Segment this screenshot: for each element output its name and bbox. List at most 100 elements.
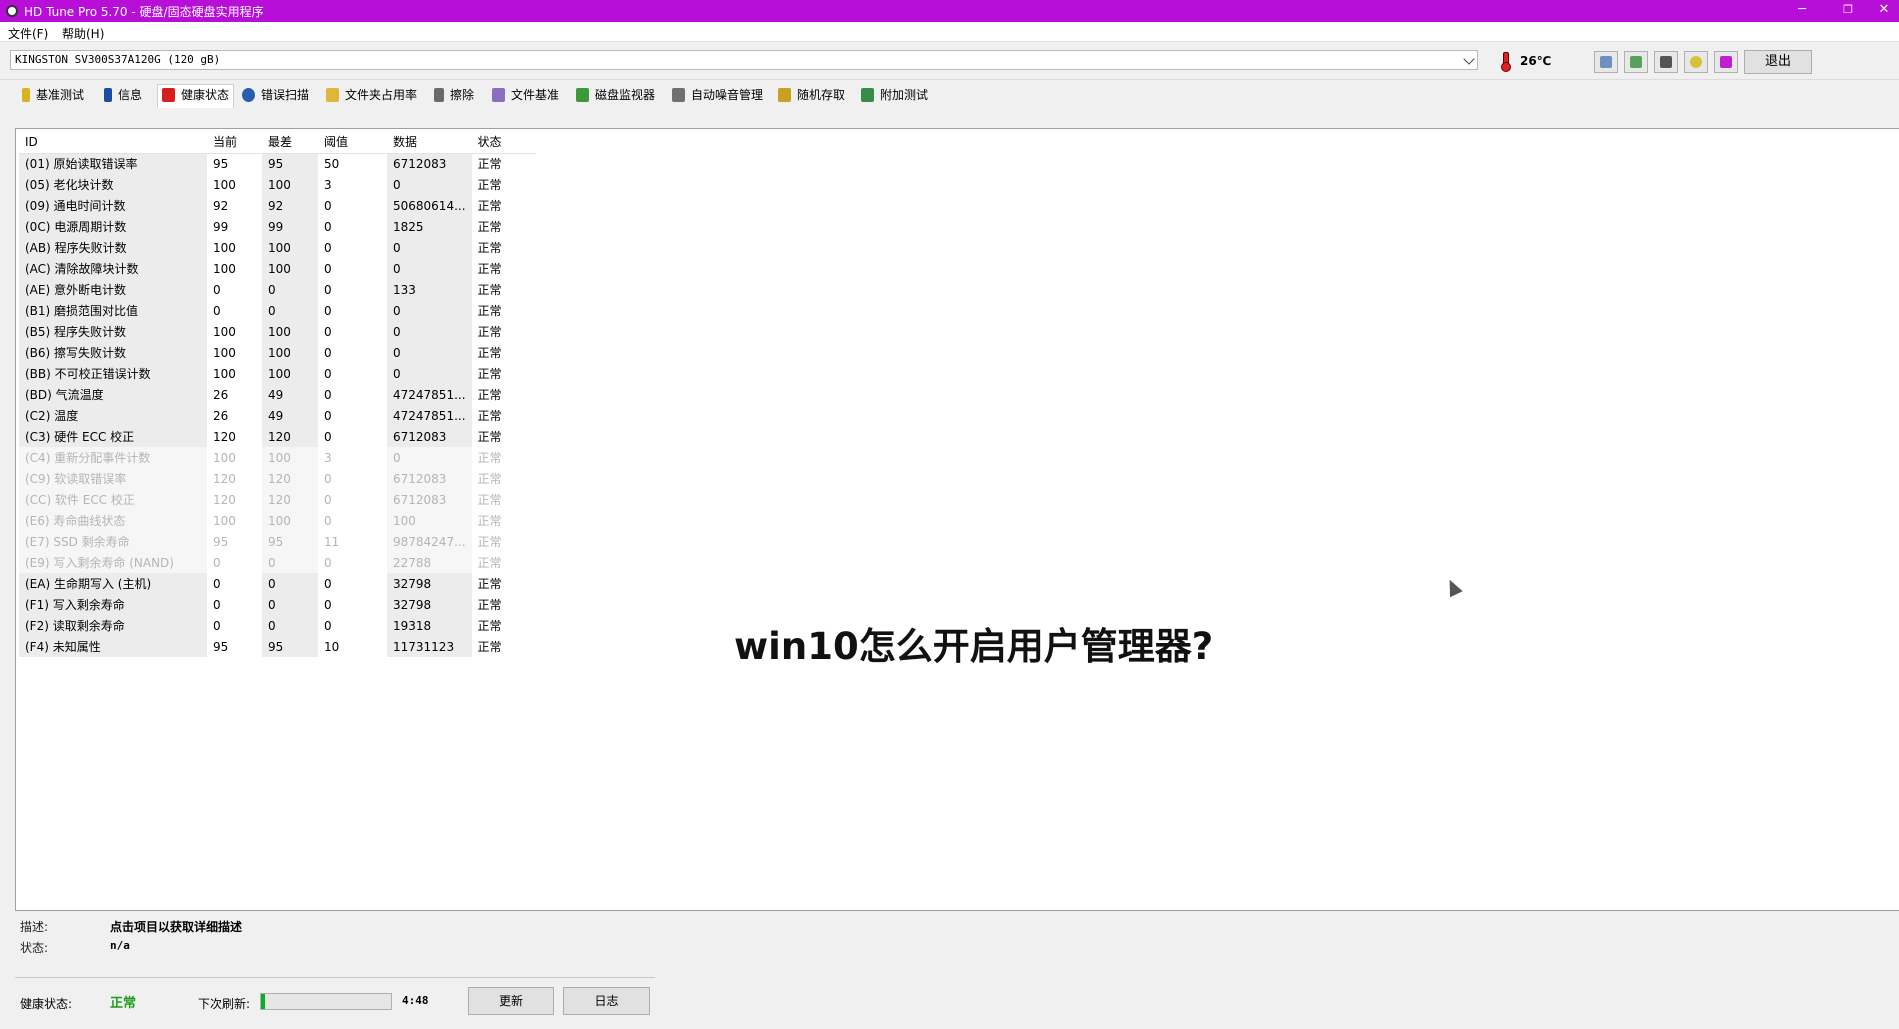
- cell-id: (01) 原始读取错误率: [19, 153, 207, 174]
- tab-random-access[interactable]: 随机存取: [778, 86, 845, 106]
- chevron-down-icon[interactable]: [1463, 53, 1475, 65]
- table-row[interactable]: (AC) 清除故障块计数 100 100 0 0 正常: [19, 258, 536, 279]
- cell-id: (C4) 重新分配事件计数: [19, 447, 207, 468]
- description-value: 点击项目以获取详细描述: [110, 920, 243, 934]
- cell-worst: 100: [262, 174, 318, 195]
- menu-bar: 文件(F) 帮助(H): [0, 22, 1899, 42]
- table-row[interactable]: (AB) 程序失败计数 100 100 0 0 正常: [19, 237, 536, 258]
- column-header-current[interactable]: 当前: [207, 131, 262, 154]
- cell-current: 26: [213, 387, 229, 402]
- copy-text-button[interactable]: [1594, 51, 1618, 73]
- column-header-worst[interactable]: 最差: [262, 131, 318, 154]
- menu-help[interactable]: 帮助(H): [62, 25, 104, 42]
- table-row[interactable]: (E9) 写入剩余寿命 (NAND) 0 0 0 22788 正常: [19, 552, 536, 573]
- cell-data: 47247851...: [387, 384, 472, 405]
- cell-status: 正常: [477, 598, 502, 612]
- options-button[interactable]: [1684, 51, 1708, 73]
- cell-worst: 100: [262, 258, 318, 279]
- table-row[interactable]: (C9) 软读取错误率 120 120 0 6712083 正常: [19, 468, 536, 489]
- cell-data: 19318: [387, 615, 472, 636]
- cell-current: 92: [213, 198, 229, 213]
- table-row[interactable]: (05) 老化块计数 100 100 3 0 正常: [19, 174, 536, 195]
- status-label: 状态:: [20, 941, 49, 955]
- cell-id: (C9) 软读取错误率: [19, 468, 207, 489]
- cell-status: 正常: [477, 640, 502, 654]
- screenshot-button[interactable]: [1654, 51, 1678, 73]
- table-row[interactable]: (EA) 生命期写入 (主机) 0 0 0 32798 正常: [19, 573, 536, 594]
- health-cross-icon: [162, 88, 175, 102]
- log-button[interactable]: 日志: [563, 987, 650, 1015]
- table-row[interactable]: (CC) 软件 ECC 校正 120 120 0 6712083 正常: [19, 489, 536, 510]
- cell-threshold: 0: [324, 345, 332, 360]
- cell-status: 正常: [477, 178, 502, 192]
- cell-data: 6712083: [387, 489, 472, 510]
- health-panel: ID 当前 最差 阈值 数据 状态 (01) 原始读取错误率 95 95 50 6712…: [15, 128, 1899, 911]
- table-row[interactable]: (B1) 磨损范围对比值 0 0 0 0 正常: [19, 300, 536, 321]
- cell-data: 0: [387, 321, 472, 342]
- tab-error-scan[interactable]: 错误扫描: [242, 86, 309, 106]
- update-button[interactable]: 更新: [468, 987, 554, 1015]
- cell-threshold: 10: [324, 639, 340, 654]
- cell-threshold: 3: [324, 450, 332, 465]
- copy-text-icon: [1600, 56, 1612, 68]
- table-row[interactable]: (C3) 硬件 ECC 校正 120 120 0 6712083 正常: [19, 426, 536, 447]
- table-row[interactable]: (F2) 读取剩余寿命 0 0 0 19318 正常: [19, 615, 536, 636]
- table-row[interactable]: (BD) 气流温度 26 49 0 47247851... 正常: [19, 384, 536, 405]
- column-header-threshold[interactable]: 阈值: [318, 131, 387, 154]
- save-button[interactable]: [1714, 51, 1738, 73]
- exit-button[interactable]: 退出: [1744, 50, 1812, 74]
- tab-erase[interactable]: 擦除: [434, 86, 474, 106]
- cell-data: 100: [387, 510, 472, 531]
- menu-file[interactable]: 文件(F): [8, 25, 48, 42]
- cell-worst: 92: [262, 195, 318, 216]
- copy-info-button[interactable]: [1624, 51, 1648, 73]
- tab-info[interactable]: 信息: [104, 86, 142, 106]
- title-bar: HD Tune Pro 5.70 - 硬盘/固态硬盘实用程序 ─ ❐ ✕: [0, 0, 1899, 22]
- column-header-status[interactable]: 状态: [471, 131, 536, 154]
- magnifier-icon: [242, 88, 255, 102]
- cell-id: (EA) 生命期写入 (主机): [19, 573, 207, 594]
- cell-status: 正常: [477, 451, 502, 465]
- table-row[interactable]: (0C) 电源周期计数 99 99 0 1825 正常: [19, 216, 536, 237]
- tab-folder-usage[interactable]: 文件夹占用率: [326, 86, 417, 106]
- table-row[interactable]: (F4) 未知属性 95 95 10 11731123 正常: [19, 636, 536, 657]
- tab-disk-monitor[interactable]: 磁盘监视器: [576, 86, 655, 106]
- table-row[interactable]: (B5) 程序失败计数 100 100 0 0 正常: [19, 321, 536, 342]
- drive-select[interactable]: KINGSTON SV300S37A120G (120 gB): [10, 50, 1478, 70]
- tab-noise-management[interactable]: 自动噪音管理: [672, 86, 763, 106]
- restore-button[interactable]: ❐: [1828, 0, 1868, 22]
- table-row[interactable]: (09) 通电时间计数 92 92 0 50680614... 正常: [19, 195, 536, 216]
- column-header-id[interactable]: ID: [19, 131, 207, 154]
- cell-id: (BD) 气流温度: [19, 384, 207, 405]
- cell-threshold: 0: [324, 324, 332, 339]
- cell-current: 95: [213, 534, 229, 549]
- tab-benchmark[interactable]: 基准测试: [22, 86, 84, 106]
- close-button[interactable]: ✕: [1869, 0, 1899, 22]
- cell-threshold: 0: [324, 303, 332, 318]
- cell-current: 26: [213, 408, 229, 423]
- cell-threshold: 0: [324, 261, 332, 276]
- smart-table-body: (01) 原始读取错误率 95 95 50 6712083 正常 (05) 老化块计数 100…: [19, 153, 536, 657]
- table-row[interactable]: (AE) 意外断电计数 0 0 0 133 正常: [19, 279, 536, 300]
- table-row[interactable]: (C2) 温度 26 49 0 47247851... 正常: [19, 405, 536, 426]
- cell-data: 0: [387, 174, 472, 195]
- cell-status: 正常: [477, 157, 502, 172]
- cell-worst: 0: [262, 594, 318, 615]
- table-row[interactable]: (C4) 重新分配事件计数 100 100 3 0 正常: [19, 447, 536, 468]
- tab-extra-tests[interactable]: 附加测试: [861, 86, 928, 106]
- cell-threshold: 0: [324, 597, 332, 612]
- speaker-icon: [672, 88, 685, 102]
- table-row[interactable]: (F1) 写入剩余寿命 0 0 0 32798 正常: [19, 594, 536, 615]
- cell-status: 正常: [477, 346, 502, 360]
- health-status-label: 健康状态:: [20, 997, 73, 1011]
- table-row[interactable]: (BB) 不可校正错误计数 100 100 0 0 正常: [19, 363, 536, 384]
- table-row[interactable]: (E7) SSD 剩余寿命 95 95 11 98784247... 正常: [19, 531, 536, 552]
- table-row[interactable]: (01) 原始读取错误率 95 95 50 6712083 正常: [19, 153, 536, 174]
- table-row[interactable]: (B6) 擦写失败计数 100 100 0 0 正常: [19, 342, 536, 363]
- tab-health[interactable]: 健康状态: [157, 84, 235, 108]
- minimize-button[interactable]: ─: [1782, 0, 1822, 22]
- cell-status: 正常: [477, 535, 502, 549]
- column-header-data[interactable]: 数据: [387, 131, 472, 154]
- tab-file-benchmark[interactable]: 文件基准: [492, 86, 559, 106]
- table-row[interactable]: (E6) 寿命曲线状态 100 100 0 100 正常: [19, 510, 536, 531]
